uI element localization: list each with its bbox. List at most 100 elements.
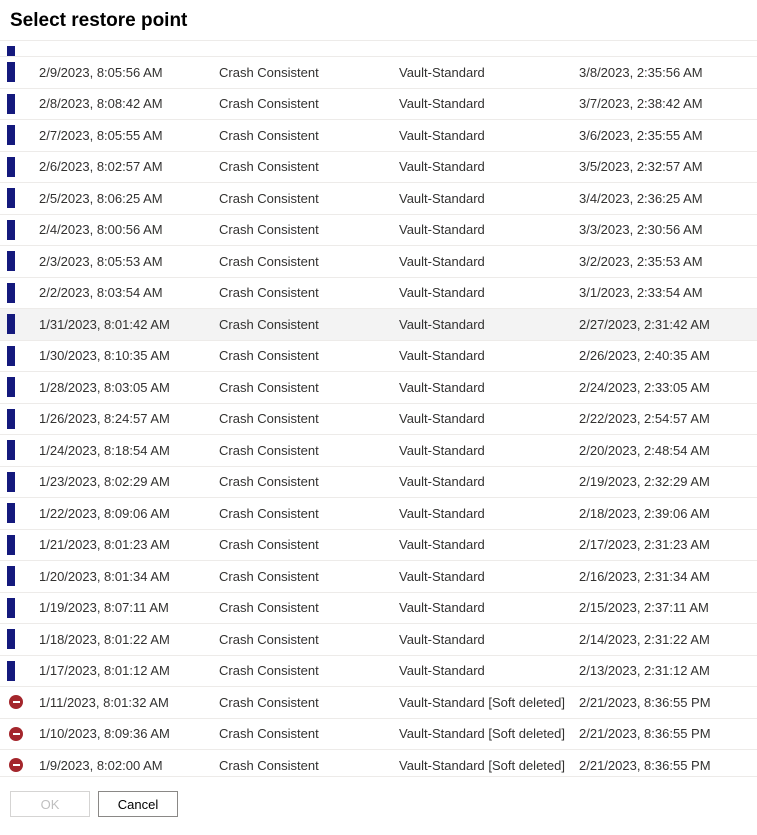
tier-cell: Vault-Standard (399, 65, 579, 80)
cancel-button[interactable]: Cancel (98, 791, 178, 817)
table-row[interactable]: 1/21/2023, 8:01:23 AMCrash ConsistentVau… (0, 530, 757, 562)
tier-cell: Vault-Standard (399, 506, 579, 521)
dialog-header: Select restore point (0, 0, 757, 40)
consistency-cell: Crash Consistent (219, 285, 399, 300)
table-row[interactable]: 1/17/2023, 8:01:12 AMCrash ConsistentVau… (0, 656, 757, 688)
status-bar-icon (7, 440, 15, 460)
consistency-cell: Crash Consistent (219, 726, 399, 741)
table-row[interactable]: 1/28/2023, 8:03:05 AMCrash ConsistentVau… (0, 372, 757, 404)
expiry-cell: 2/13/2023, 2:31:12 AM (579, 663, 757, 678)
time-cell: 1/17/2023, 8:01:12 AM (39, 663, 219, 678)
expiry-cell: 2/27/2023, 2:31:42 AM (579, 317, 757, 332)
status-bar-icon (7, 661, 15, 681)
table-row[interactable]: 2/6/2023, 8:02:57 AMCrash ConsistentVaul… (0, 152, 757, 184)
table-row[interactable]: 1/31/2023, 8:01:42 AMCrash ConsistentVau… (0, 309, 757, 341)
status-cell (7, 727, 39, 741)
tier-cell: Vault-Standard [Soft deleted] (399, 695, 579, 710)
status-bar-icon (7, 629, 15, 649)
time-cell: 1/9/2023, 8:02:00 AM (39, 758, 219, 773)
deleted-status-icon (9, 695, 23, 709)
table-row[interactable]: 1/18/2023, 8:01:22 AMCrash ConsistentVau… (0, 624, 757, 656)
status-cell (7, 157, 39, 177)
status-cell (7, 409, 39, 429)
table-row[interactable]: 1/19/2023, 8:07:11 AMCrash ConsistentVau… (0, 593, 757, 625)
consistency-cell: Crash Consistent (219, 632, 399, 647)
status-cell (7, 314, 39, 334)
tier-cell: Vault-Standard [Soft deleted] (399, 726, 579, 741)
tier-cell: Vault-Standard (399, 411, 579, 426)
table-row[interactable]: 2/2/2023, 8:03:54 AMCrash ConsistentVaul… (0, 278, 757, 310)
table-row[interactable]: 2/9/2023, 8:05:56 AMCrash ConsistentVaul… (0, 57, 757, 89)
status-cell (7, 661, 39, 681)
tier-cell: Vault-Standard (399, 474, 579, 489)
status-cell (7, 440, 39, 460)
table-row[interactable]: 2/4/2023, 8:00:56 AMCrash ConsistentVaul… (0, 215, 757, 247)
status-bar-icon (7, 346, 15, 366)
time-cell: 1/18/2023, 8:01:22 AM (39, 632, 219, 647)
time-cell: 1/26/2023, 8:24:57 AM (39, 411, 219, 426)
status-cell (7, 535, 39, 555)
status-cell (7, 472, 39, 492)
time-cell: 2/6/2023, 8:02:57 AM (39, 159, 219, 174)
table-row[interactable]: 1/24/2023, 8:18:54 AMCrash ConsistentVau… (0, 435, 757, 467)
consistency-cell: Crash Consistent (219, 569, 399, 584)
time-cell: 2/7/2023, 8:05:55 AM (39, 128, 219, 143)
status-cell (7, 598, 39, 618)
consistency-cell: Crash Consistent (219, 537, 399, 552)
time-cell: 1/19/2023, 8:07:11 AM (39, 600, 219, 615)
table-row[interactable]: 1/11/2023, 8:01:32 AMCrash ConsistentVau… (0, 687, 757, 719)
dialog-footer: OK Cancel (0, 776, 757, 835)
status-cell (7, 251, 39, 271)
table-row[interactable]: 2/3/2023, 8:05:53 AMCrash ConsistentVaul… (0, 246, 757, 278)
time-cell: 2/2/2023, 8:03:54 AM (39, 285, 219, 300)
expiry-cell: 2/16/2023, 2:31:34 AM (579, 569, 757, 584)
expiry-cell: 2/21/2023, 8:36:55 PM (579, 726, 757, 741)
ok-button[interactable]: OK (10, 791, 90, 817)
tier-cell: Vault-Standard (399, 537, 579, 552)
table-row[interactable]: 1/10/2023, 8:09:36 AMCrash ConsistentVau… (0, 719, 757, 751)
tier-cell: Vault-Standard (399, 285, 579, 300)
tier-cell: Vault-Standard (399, 159, 579, 174)
table-row[interactable]: 1/20/2023, 8:01:34 AMCrash ConsistentVau… (0, 561, 757, 593)
status-bar-icon (7, 125, 15, 145)
table-row[interactable]: 1/26/2023, 8:24:57 AMCrash ConsistentVau… (0, 404, 757, 436)
tier-cell: Vault-Standard (399, 128, 579, 143)
status-bar-icon (7, 566, 15, 586)
table-row[interactable]: 1/30/2023, 8:10:35 AMCrash ConsistentVau… (0, 341, 757, 373)
table-row[interactable]: 2/5/2023, 8:06:25 AMCrash ConsistentVaul… (0, 183, 757, 215)
status-bar-icon (7, 251, 15, 271)
table-row[interactable]: 2/8/2023, 8:08:42 AMCrash ConsistentVaul… (0, 89, 757, 121)
consistency-cell: Crash Consistent (219, 348, 399, 363)
consistency-cell: Crash Consistent (219, 758, 399, 773)
time-cell: 1/23/2023, 8:02:29 AM (39, 474, 219, 489)
time-cell: 1/22/2023, 8:09:06 AM (39, 506, 219, 521)
status-cell (7, 94, 39, 114)
status-cell (7, 220, 39, 240)
time-cell: 1/28/2023, 8:03:05 AM (39, 380, 219, 395)
time-cell: 2/9/2023, 8:05:56 AM (39, 65, 219, 80)
status-bar-icon (7, 46, 15, 56)
expiry-cell: 2/15/2023, 2:37:11 AM (579, 600, 757, 615)
table-row[interactable]: 1/22/2023, 8:09:06 AMCrash ConsistentVau… (0, 498, 757, 530)
time-cell: 1/10/2023, 8:09:36 AM (39, 726, 219, 741)
time-cell: 1/31/2023, 8:01:42 AM (39, 317, 219, 332)
table-row[interactable]: 1/23/2023, 8:02:29 AMCrash ConsistentVau… (0, 467, 757, 499)
tier-cell: Vault-Standard (399, 663, 579, 678)
consistency-cell: Crash Consistent (219, 254, 399, 269)
status-cell (7, 283, 39, 303)
time-cell: 2/3/2023, 8:05:53 AM (39, 254, 219, 269)
status-bar-icon (7, 220, 15, 240)
consistency-cell: Crash Consistent (219, 663, 399, 678)
time-cell: 2/8/2023, 8:08:42 AM (39, 96, 219, 111)
table-row[interactable]: 2/7/2023, 8:05:55 AMCrash ConsistentVaul… (0, 120, 757, 152)
consistency-cell: Crash Consistent (219, 222, 399, 237)
tier-cell: Vault-Standard (399, 222, 579, 237)
time-cell: 1/30/2023, 8:10:35 AM (39, 348, 219, 363)
status-cell (7, 346, 39, 366)
consistency-cell: Crash Consistent (219, 506, 399, 521)
tier-cell: Vault-Standard (399, 632, 579, 647)
consistency-cell: Crash Consistent (219, 317, 399, 332)
expiry-cell: 2/24/2023, 2:33:05 AM (579, 380, 757, 395)
status-cell (7, 377, 39, 397)
expiry-cell: 3/2/2023, 2:35:53 AM (579, 254, 757, 269)
